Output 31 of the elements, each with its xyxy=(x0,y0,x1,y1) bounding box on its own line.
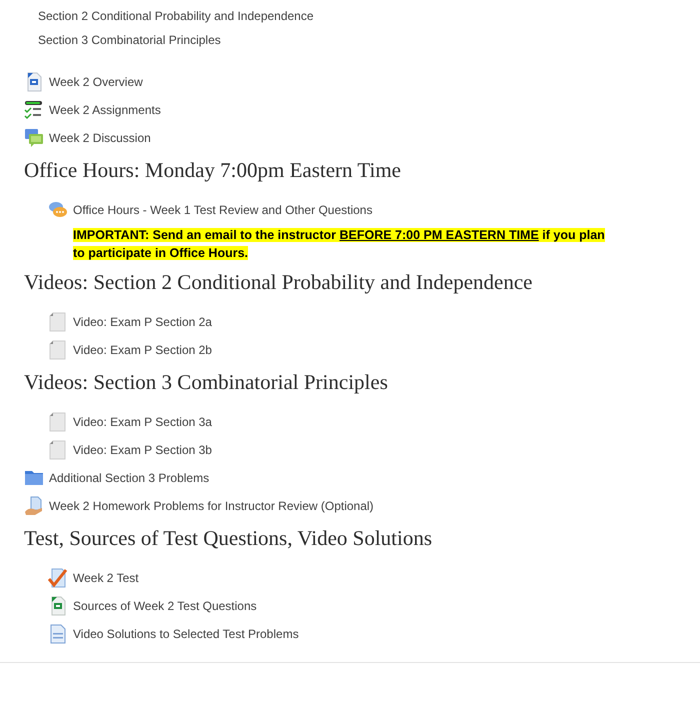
section-line: Section 3 Combinatorial Principles xyxy=(38,32,222,49)
activity-link[interactable]: Video: Exam P Section 3b xyxy=(73,443,212,457)
chat-icon xyxy=(48,200,68,220)
activity-link[interactable]: Week 2 Assignments xyxy=(49,103,161,117)
activity-link[interactable]: Week 2 Discussion xyxy=(49,131,151,145)
activity-link[interactable]: Video Solutions to Selected Test Problems xyxy=(73,627,299,641)
file-icon xyxy=(48,440,68,460)
activity-link[interactable]: Video: Exam P Section 2b xyxy=(73,343,212,357)
section-heading: Videos: Section 3 Combinatorial Principles xyxy=(24,369,389,396)
activity-link[interactable]: Additional Section 3 Problems xyxy=(49,471,210,485)
hand-document-icon xyxy=(24,496,44,516)
folder-icon xyxy=(24,468,44,488)
activity-link[interactable]: Office Hours - Week 1 Test Review and Other Questions xyxy=(73,203,372,217)
discussion-icon xyxy=(24,128,44,148)
activity-link[interactable]: Week 2 Test xyxy=(73,571,139,585)
activity-link[interactable]: Sources of Week 2 Test Questions xyxy=(73,599,257,613)
page-icon xyxy=(48,624,68,644)
file-icon xyxy=(48,412,68,432)
section-heading: Videos: Section 2 Conditional Probability and Independence xyxy=(24,269,534,296)
important-notice: IMPORTANT: Send an email to the instructor BEFORE 7:00 PM EASTERN TIME if you plan to participate in Office Hours. xyxy=(73,227,606,262)
section-line: Section 2 Conditional Probability and Independence xyxy=(38,8,315,25)
file-icon xyxy=(48,340,68,360)
section-heading: Test, Sources of Test Questions, Video Solutions xyxy=(24,525,434,552)
activity-link[interactable]: Video: Exam P Section 2a xyxy=(73,315,212,329)
activity-link[interactable]: Video: Exam P Section 3a xyxy=(73,415,212,429)
checkmark-document-icon xyxy=(48,568,68,588)
assignment-icon xyxy=(24,100,44,120)
file-icon xyxy=(48,312,68,332)
activity-link[interactable]: Week 2 Homework Problems for Instructor Review (Optional) xyxy=(49,499,374,513)
activity-link[interactable]: Week 2 Overview xyxy=(49,75,143,89)
section-heading: Office Hours: Monday 7:00pm Eastern Time xyxy=(24,157,402,184)
